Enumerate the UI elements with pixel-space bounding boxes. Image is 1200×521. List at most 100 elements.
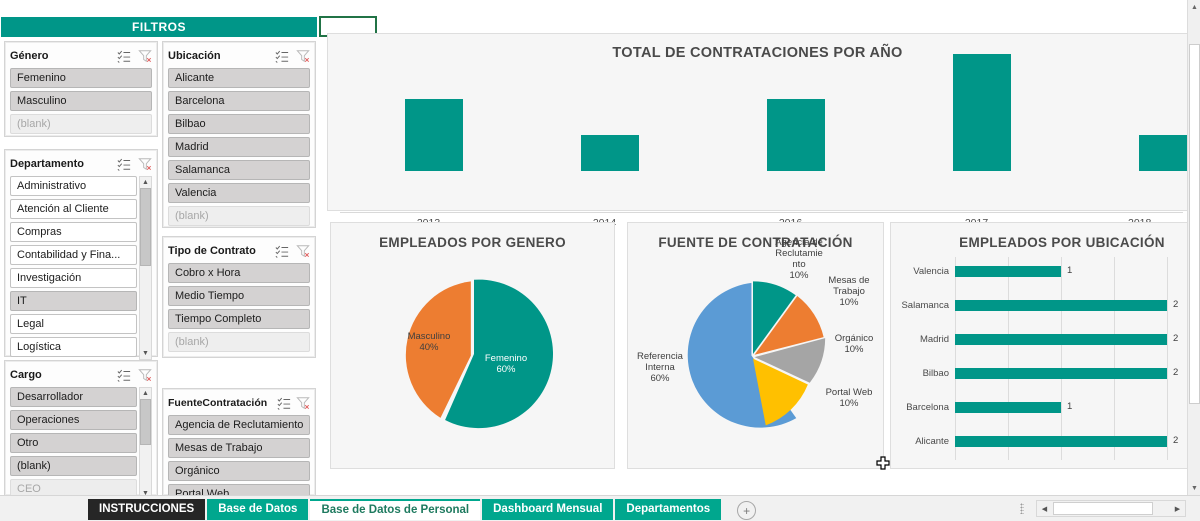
pie-chart[interactable]: [668, 269, 838, 439]
multi-select-icon[interactable]: [117, 157, 131, 171]
scrollbar-thumb[interactable]: [140, 188, 151, 266]
sheet-tab-base-de-datos[interactable]: Base de Datos: [207, 499, 309, 520]
chart-empleados-por-genero[interactable]: EMPLEADOS POR GENERO Masculino 40% Femen…: [330, 222, 615, 469]
slicer-item[interactable]: Masculino: [10, 91, 152, 111]
slicer-item[interactable]: Compras: [10, 222, 137, 242]
slicer-item[interactable]: Salamanca: [168, 160, 310, 180]
slicer-cargo-scrollbar[interactable]: ▲ ▼: [139, 387, 152, 500]
slicer-item[interactable]: Mesas de Trabajo: [168, 438, 310, 458]
chart-empleados-por-ubicacion[interactable]: EMPLEADOS POR UBICACIÓN Valencia 1 Salam…: [890, 222, 1188, 469]
slicer-item[interactable]: Alicante: [168, 68, 310, 88]
multi-select-icon[interactable]: [277, 396, 291, 410]
slicer-item[interactable]: Agencia de Reclutamiento: [168, 415, 310, 435]
tab-split-handle[interactable]: [1020, 503, 1024, 514]
chart-fuente-de-contratacion[interactable]: FUENTE DE CONTRATACIÓN Agencia de Reclut…: [627, 222, 884, 469]
clear-filter-icon[interactable]: [296, 396, 310, 410]
scroll-left-icon[interactable]: ◀: [1037, 501, 1052, 516]
clear-filter-icon[interactable]: [296, 49, 310, 63]
axis-category-label: Bilbao: [922, 368, 949, 379]
clear-filter-icon[interactable]: [138, 368, 152, 382]
bar[interactable]: [955, 436, 1167, 447]
slicer-tipo-de-contrato-title: Tipo de Contrato: [168, 245, 256, 257]
axis-category-label: Salamanca: [901, 300, 949, 311]
bar[interactable]: [405, 99, 463, 171]
slicer-item[interactable]: Tiempo Completo: [168, 309, 310, 329]
slicer-cargo[interactable]: Cargo Desarrollador Operaciones Otro (bl…: [4, 360, 158, 500]
slicer-item[interactable]: Operaciones: [10, 410, 137, 430]
slicer-tipo-de-contrato-header: Tipo de Contrato: [168, 241, 310, 261]
slicer-item[interactable]: (blank): [10, 114, 152, 134]
bar-row: Salamanca 2: [891, 291, 1187, 321]
slicer-item[interactable]: Desarrollador: [10, 387, 137, 407]
scroll-down-icon[interactable]: ▼: [1188, 481, 1200, 495]
bar-row: Madrid 2: [891, 325, 1187, 355]
multi-select-icon[interactable]: [275, 49, 289, 63]
scroll-up-icon[interactable]: ▲: [140, 388, 151, 399]
slicer-item[interactable]: Legal: [10, 314, 137, 334]
pie-label-referencia-interna: Referencia Interna 60%: [637, 351, 683, 384]
scroll-up-icon[interactable]: ▲: [1188, 0, 1200, 14]
slicer-item[interactable]: Investigación: [10, 268, 137, 288]
slicer-departamento[interactable]: Departamento Administrativo Atención al …: [4, 149, 158, 360]
vertical-scrollbar[interactable]: ▲ ▼: [1187, 0, 1200, 495]
sheet-tab-dashboard-mensual[interactable]: Dashboard Mensual: [482, 499, 614, 520]
slicer-item[interactable]: Otro: [10, 433, 137, 453]
slicer-item[interactable]: IT: [10, 291, 137, 311]
slicer-fuente-contratacion[interactable]: FuenteContratación Agencia de Reclutamie…: [162, 388, 316, 504]
clear-filter-icon[interactable]: [138, 49, 152, 63]
slicer-item[interactable]: Administrativo: [10, 176, 137, 196]
bar[interactable]: [955, 266, 1061, 277]
chart-title: FUENTE DE CONTRATACIÓN: [658, 235, 853, 250]
bar[interactable]: [953, 54, 1011, 171]
sheet-tab-base-de-datos-de-personal[interactable]: Base de Datos de Personal: [310, 499, 481, 520]
scrollbar-thumb[interactable]: [140, 399, 151, 445]
slicer-tipo-de-contrato[interactable]: Tipo de Contrato Cobro x Hora Medio Tiem…: [162, 236, 316, 358]
horizontal-scrollbar[interactable]: ◀ ▶: [1036, 500, 1186, 517]
scrollbar-thumb[interactable]: [1189, 44, 1200, 404]
slicer-item[interactable]: Madrid: [168, 137, 310, 157]
slicer-item[interactable]: Logística: [10, 337, 137, 357]
slicer-item[interactable]: Bilbao: [168, 114, 310, 134]
bar[interactable]: [955, 402, 1061, 413]
sheet-nav-buttons[interactable]: [6, 501, 78, 518]
multi-select-icon[interactable]: [117, 368, 131, 382]
slicer-item[interactable]: Orgánico: [168, 461, 310, 481]
slicer-item[interactable]: (blank): [10, 456, 137, 476]
scrollbar-thumb[interactable]: [1053, 502, 1153, 515]
clear-filter-icon[interactable]: [296, 244, 310, 258]
pie-label-mesas-de-trabajo: Mesas de Trabajo 10%: [828, 275, 870, 308]
bar-row: Bilbao 2: [891, 359, 1187, 389]
slicer-item[interactable]: Barcelona: [168, 91, 310, 111]
bar[interactable]: [767, 99, 825, 171]
slicer-item[interactable]: Valencia: [168, 183, 310, 203]
sheet-tab-instrucciones[interactable]: INSTRUCCIONES: [88, 499, 206, 520]
slicer-ubicacion[interactable]: Ubicación Alicante Barcelona Bilbao Madr…: [162, 41, 316, 228]
slicer-item[interactable]: Atención al Cliente: [10, 199, 137, 219]
clear-filter-icon[interactable]: [138, 157, 152, 171]
slicer-genero[interactable]: Género Femenino Masculino (blank): [4, 41, 158, 137]
pie-label-femenino: Femenino 60%: [484, 353, 528, 375]
slicer-item[interactable]: (blank): [168, 206, 310, 226]
chart-contrataciones-por-ano[interactable]: TOTAL DE CONTRATACIONES POR AÑO 2 2013 1…: [327, 33, 1197, 229]
bar[interactable]: [955, 300, 1167, 311]
slicer-item[interactable]: (blank): [168, 332, 310, 352]
pie-label-portal-web: Portal Web 10%: [825, 387, 873, 409]
slicer-item[interactable]: Femenino: [10, 68, 152, 88]
add-sheet-button[interactable]: +: [737, 501, 757, 520]
slicer-item[interactable]: Medio Tiempo: [168, 286, 310, 306]
multi-select-icon[interactable]: [275, 244, 289, 258]
multi-select-icon[interactable]: [117, 49, 131, 63]
sheet-tab-departamentos[interactable]: Departamentos: [615, 499, 722, 520]
chart-title: EMPLEADOS POR UBICACIÓN: [959, 235, 1165, 250]
scroll-up-icon[interactable]: ▲: [140, 177, 151, 188]
bar[interactable]: [955, 334, 1167, 345]
slicer-departamento-scrollbar[interactable]: ▲ ▼: [139, 176, 152, 360]
slicer-item[interactable]: Contabilidad y Fina...: [10, 245, 137, 265]
bar[interactable]: [955, 368, 1167, 379]
slicer-item[interactable]: Cobro x Hora: [168, 263, 310, 283]
scroll-right-icon[interactable]: ▶: [1170, 501, 1185, 516]
bar-group: 1 2014: [528, 72, 681, 229]
bar[interactable]: [581, 135, 639, 171]
axis-baseline: [340, 212, 1183, 213]
scroll-down-icon[interactable]: ▼: [140, 348, 151, 359]
